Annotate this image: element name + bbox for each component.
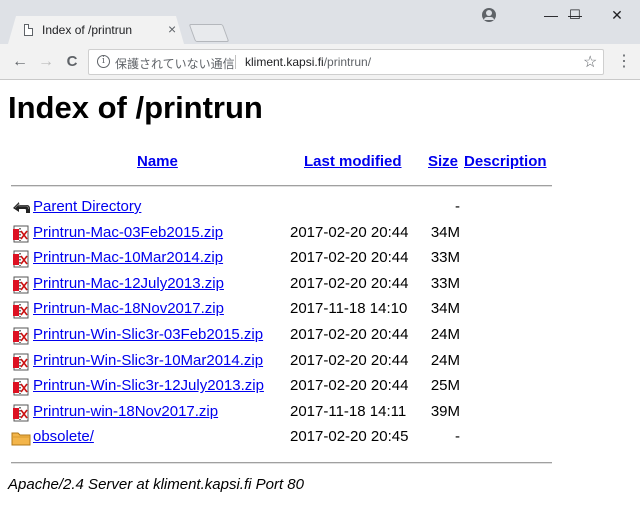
table-row: Printrun-Mac-03Feb2015.zip 2017-02-20 20:…	[0, 222, 560, 246]
page-content: Index of /printrun Name Last modified Si…	[0, 80, 640, 532]
file-link[interactable]: Printrun-Mac-12July2013.zip	[33, 275, 224, 292]
file-link[interactable]: Printrun-Win-Slic3r-10Mar2014.zip	[33, 352, 263, 369]
address-bar[interactable]: i 保護されていない通信 kliment.kapsi.fi/printrun/ …	[88, 49, 604, 75]
bookmark-star-icon[interactable]: ☆	[583, 52, 597, 72]
file-link[interactable]: Parent Directory	[33, 198, 141, 215]
file-link[interactable]: Printrun-win-18Nov2017.zip	[33, 403, 218, 420]
sort-by-last-modified-link[interactable]: Last modified	[304, 153, 402, 170]
size-cell: 33M	[430, 274, 460, 292]
close-window-button[interactable]: ✕	[594, 0, 640, 30]
profile-icon[interactable]	[482, 8, 496, 22]
url-text[interactable]: kliment.kapsi.fi/printrun/	[245, 55, 371, 69]
table-row: Printrun-Win-Slic3r-12July2013.zip 2017-0…	[0, 375, 560, 399]
table-row: Printrun-Mac-10Mar2014.zip 2017-02-20 20:…	[0, 247, 560, 271]
header-divider	[11, 185, 552, 187]
zip-icon	[11, 250, 31, 268]
info-icon[interactable]: i	[97, 55, 110, 68]
folder-icon	[11, 429, 31, 447]
browser-tab-content: Index of /printrun ×	[8, 16, 184, 44]
forward-button[interactable]: →	[34, 50, 58, 74]
url-host: kliment.kapsi.fi	[245, 55, 324, 69]
browser-menu-icon[interactable]: ⋮	[616, 50, 632, 74]
size-cell: 24M	[430, 326, 460, 343]
file-link[interactable]: Printrun-Mac-03Feb2015.zip	[33, 224, 223, 241]
size-cell: -	[455, 428, 460, 446]
sort-by-name-link[interactable]: Name	[137, 153, 178, 170]
last-modified-cell: 2017-02-20 20:44	[290, 351, 409, 369]
size-cell: 25M	[430, 377, 460, 395]
sort-by-size-link[interactable]: Size	[428, 153, 458, 170]
security-status: 保護されていない通信	[115, 57, 235, 71]
size-cell: -	[455, 198, 460, 215]
maximize-button[interactable]: ☐	[552, 0, 598, 30]
page-icon	[24, 24, 33, 36]
file-link[interactable]: Printrun-Win-Slic3r-03Feb2015.zip	[33, 326, 263, 343]
reload-button[interactable]: C	[60, 50, 84, 74]
table-row: Printrun-Win-Slic3r-03Feb2015.zip 2017-02…	[0, 324, 560, 348]
size-cell: 24M	[430, 351, 460, 369]
table-row: Printrun-Mac-12July2013.zip 2017-02-20 20…	[0, 273, 560, 297]
zip-icon	[11, 404, 31, 422]
file-link[interactable]: Printrun-Mac-18Nov2017.zip	[33, 300, 224, 317]
browser-toolbar: ← → C i 保護されていない通信 kliment.kapsi.fi/prin…	[0, 44, 640, 80]
table-row: Parent Directory -	[0, 196, 560, 220]
last-modified-cell: 2017-02-20 20:44	[290, 326, 409, 343]
file-link[interactable]: obsolete/	[33, 428, 94, 445]
size-cell: 34M	[430, 300, 460, 318]
last-modified-cell: 2017-02-20 20:45	[290, 428, 409, 446]
back-button[interactable]: ←	[8, 50, 32, 74]
last-modified-cell: 2017-02-20 20:44	[290, 249, 409, 267]
last-modified-cell: 2017-02-20 20:44	[290, 274, 409, 292]
page-title: Index of /printrun	[8, 90, 263, 125]
url-path: /printrun/	[323, 55, 372, 69]
back-icon	[11, 199, 31, 217]
zip-icon	[11, 276, 31, 294]
tab-close-icon[interactable]: ×	[168, 21, 176, 37]
table-row: Printrun-Mac-18Nov2017.zip 2017-11-18 14:…	[0, 298, 560, 322]
table-row: obsolete/2017-02-20 20:45 -	[0, 426, 560, 450]
footer-divider	[11, 462, 552, 464]
last-modified-cell: 2017-02-20 20:44	[290, 377, 409, 395]
last-modified-cell: 2017-11-18 14:11	[290, 402, 407, 420]
zip-icon	[11, 301, 31, 319]
file-link[interactable]: Printrun-Win-Slic3r-12July2013.zip	[33, 377, 264, 394]
last-modified-cell: 2017-02-20 20:44	[290, 223, 409, 241]
tab-title: Index of /printrun	[42, 23, 133, 37]
size-cell: 33M	[430, 249, 460, 267]
zip-icon	[11, 378, 31, 396]
server-signature: Apache/2.4 Server at kliment.kapsi.fi Po…	[8, 476, 304, 493]
table-row: Printrun-win-18Nov2017.zip 2017-11-18 14:…	[0, 401, 560, 425]
size-cell: 34M	[430, 223, 460, 241]
size-cell: 39M	[430, 402, 460, 420]
file-link[interactable]: Printrun-Mac-10Mar2014.zip	[33, 249, 223, 266]
last-modified-cell: 2017-11-18 14:10	[290, 300, 408, 318]
table-row: Printrun-Win-Slic3r-10Mar2014.zip 2017-02…	[0, 350, 560, 374]
zip-icon	[11, 353, 31, 371]
new-tab-button[interactable]	[188, 24, 230, 42]
sort-by-description-link[interactable]: Description	[464, 153, 547, 170]
zip-icon	[11, 225, 31, 243]
address-separator	[235, 55, 236, 69]
zip-icon	[11, 327, 31, 345]
